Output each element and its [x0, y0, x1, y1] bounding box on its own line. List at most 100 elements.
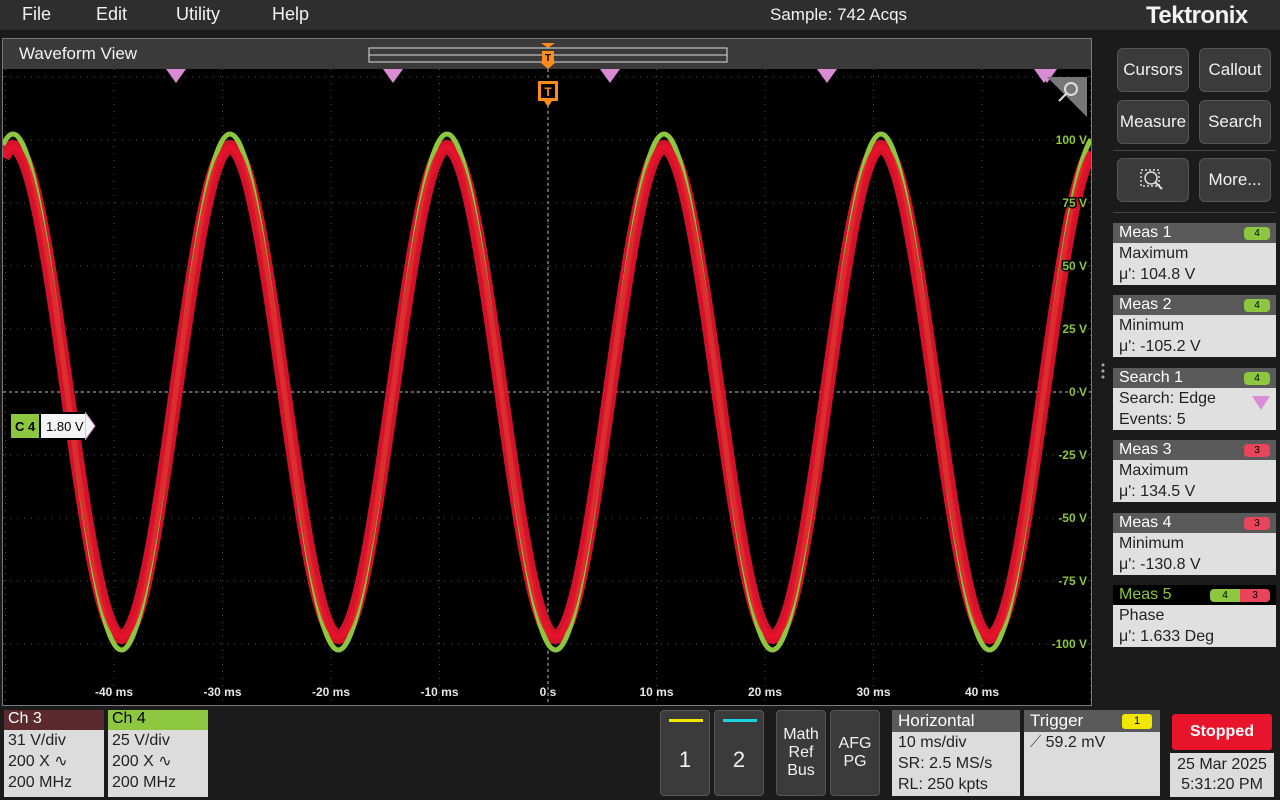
trigger-badge[interactable]: Trigger 1 ⟋ 59.2 mV — [1024, 710, 1160, 796]
sample-rate: SR: 2.5 MS/s — [898, 755, 993, 772]
channel-4-marker-value: 1.80 V — [39, 412, 87, 440]
meas-4-card[interactable]: Meas 4 3 Minimum μ': -130.8 V — [1113, 513, 1276, 575]
x-tick-label: 20 ms — [748, 685, 782, 699]
meas-2-title: Meas 2 — [1119, 296, 1172, 313]
menu-help[interactable]: Help — [272, 4, 309, 25]
ch4-probe: 200 X — [112, 753, 154, 770]
trigger-time-marker-arrow — [544, 101, 552, 107]
cursors-button[interactable]: Cursors — [1117, 48, 1189, 92]
channel-2-button[interactable]: 2 — [714, 710, 764, 796]
meas-3-card[interactable]: Meas 3 3 Maximum μ': 134.5 V — [1113, 440, 1276, 502]
meas-4-title: Meas 4 — [1119, 514, 1172, 531]
ch1-color-bar — [669, 719, 703, 722]
menu-file[interactable]: File — [22, 4, 51, 25]
callout-button[interactable]: Callout — [1199, 48, 1271, 92]
trigger-time-marker-label: T — [544, 85, 552, 99]
math-ref-bus-button[interactable]: Math Ref Bus — [776, 710, 826, 796]
search-button[interactable]: Search — [1199, 100, 1271, 144]
search-marker-icon — [1252, 396, 1270, 410]
afg-label: AFG — [838, 735, 872, 752]
ch3-scale: 31 V/div — [8, 732, 66, 749]
search-event-marker — [600, 69, 620, 83]
afg-pg-button[interactable]: AFG PG — [830, 710, 880, 796]
x-tick-label: -10 ms — [420, 685, 458, 699]
horizontal-title: Horizontal — [892, 710, 1020, 732]
meas-3-source-badge: 3 — [1244, 444, 1270, 457]
rising-edge-icon: ⟋ — [1030, 734, 1042, 751]
search-1-source-badge: 4 — [1244, 372, 1270, 385]
meas-3-value: μ': 134.5 V — [1119, 483, 1196, 500]
ch4-scale: 25 V/div — [112, 732, 170, 749]
channel-4-offset-marker[interactable]: C 4 1.80 V — [9, 412, 96, 440]
search-event-marker — [383, 69, 403, 83]
meas-1-value: μ': 104.8 V — [1119, 266, 1196, 283]
channel-4-marker-label: C 4 — [9, 412, 41, 440]
more-button[interactable]: More... — [1199, 158, 1271, 202]
search-event-marker — [817, 69, 837, 83]
channel-1-label: 1 — [678, 747, 692, 772]
ch3-title: Ch 3 — [4, 710, 104, 730]
menu-edit[interactable]: Edit — [96, 4, 127, 25]
y-tick-label: 100 V — [1056, 133, 1087, 147]
date-time-display: 25 Mar 2025 5:31:20 PM — [1170, 753, 1274, 797]
x-tick-label: 10 ms — [639, 685, 673, 699]
panel-divider — [1113, 150, 1276, 151]
waveform-plot[interactable]: 100 V 75 V 50 V 25 V 0 V -25 V -50 V -75 V -100 … — [3, 69, 1091, 705]
panel-divider — [1113, 212, 1276, 213]
marker-arrow-icon — [85, 412, 96, 440]
y-tick-label: -25 V — [1058, 448, 1087, 462]
y-tick-label: -50 V — [1058, 511, 1087, 525]
y-tick-label: 0 V — [1069, 385, 1087, 399]
meas-1-card[interactable]: Meas 1 4 Maximum μ': 104.8 V — [1113, 223, 1276, 285]
record-length: RL: 250 kpts — [898, 776, 988, 793]
run-stop-status-button[interactable]: Stopped — [1172, 714, 1272, 750]
horizontal-badge[interactable]: Horizontal 10 ms/div SR: 2.5 MS/s RL: 25… — [892, 710, 1020, 796]
horizontal-scale: 10 ms/div — [898, 734, 967, 751]
meas-3-type: Maximum — [1119, 462, 1189, 479]
oscilloscope-screen: File Edit Utility Help Sample: 742 Acqs … — [0, 0, 1280, 800]
meas-4-value: μ': -130.8 V — [1119, 556, 1201, 573]
pg-label: PG — [843, 753, 867, 770]
date: 25 Mar 2025 — [1177, 756, 1267, 773]
meas-5-type: Phase — [1119, 607, 1165, 624]
meas-1-title: Meas 1 — [1119, 224, 1172, 241]
search-1-events: Events: 5 — [1119, 411, 1186, 428]
search-event-marker — [166, 69, 186, 83]
settings-bar: Ch 3 31 V/div 200 X ∿ 200 MHz Ch 4 25 V/… — [0, 708, 1280, 800]
panel-splitter-handle[interactable] — [1100, 362, 1106, 380]
x-tick-label: -20 ms — [312, 685, 350, 699]
meas-1-source-badge: 4 — [1244, 227, 1270, 240]
ch3-badge[interactable]: Ch 3 31 V/div 200 X ∿ 200 MHz — [4, 710, 104, 797]
x-tick-label: -40 ms — [95, 685, 133, 699]
trigger-position-marker-top[interactable]: T — [537, 39, 559, 69]
ch4-badge[interactable]: Ch 4 25 V/div 200 X ∿ 200 MHz — [108, 710, 208, 797]
measure-button[interactable]: Measure — [1117, 100, 1189, 144]
meas-4-type: Minimum — [1119, 535, 1184, 552]
waveform-view-title: Waveform View — [19, 44, 138, 63]
search-1-card[interactable]: Search 14 Search: Edge Events: 5 — [1113, 368, 1276, 430]
zoom-search-button[interactable] — [1117, 158, 1189, 202]
waveform-view: Waveform View T 100 V 75 V 50 V 25 V 0 V -25 … — [2, 38, 1092, 706]
menu-utility[interactable]: Utility — [176, 4, 220, 25]
trigger-title: Trigger — [1030, 711, 1084, 730]
y-tick-label: 75 V — [1062, 196, 1087, 210]
time: 5:31:20 PM — [1181, 776, 1263, 793]
meas-3-title: Meas 3 — [1119, 441, 1172, 458]
meas-2-card[interactable]: Meas 2 4 Minimum μ': -105.2 V — [1113, 295, 1276, 357]
bus-label: Bus — [787, 762, 815, 779]
waveform-view-title-bar: Waveform View T — [3, 39, 1091, 69]
zoom-region-icon — [1140, 169, 1163, 190]
meas-2-source-badge: 4 — [1244, 299, 1270, 312]
y-tick-label: 25 V — [1062, 322, 1087, 336]
y-tick-label: 50 V — [1062, 259, 1087, 273]
x-tick-label: 40 ms — [965, 685, 999, 699]
ch3-probe: 200 X — [8, 753, 50, 770]
ch2-color-bar — [723, 719, 757, 722]
ch4-bandwidth: 200 MHz — [112, 774, 177, 791]
acquisition-status: Sample: 742 Acqs — [770, 5, 908, 24]
meas-4-source-badge: 3 — [1244, 517, 1270, 530]
trigger-source-badge: 1 — [1122, 714, 1152, 729]
ch3-bandwidth: 200 MHz — [8, 774, 73, 791]
meas-5-card[interactable]: Meas 5 4 3 Phase μ': 1.633 Deg — [1113, 585, 1276, 647]
channel-1-button[interactable]: 1 — [660, 710, 710, 796]
